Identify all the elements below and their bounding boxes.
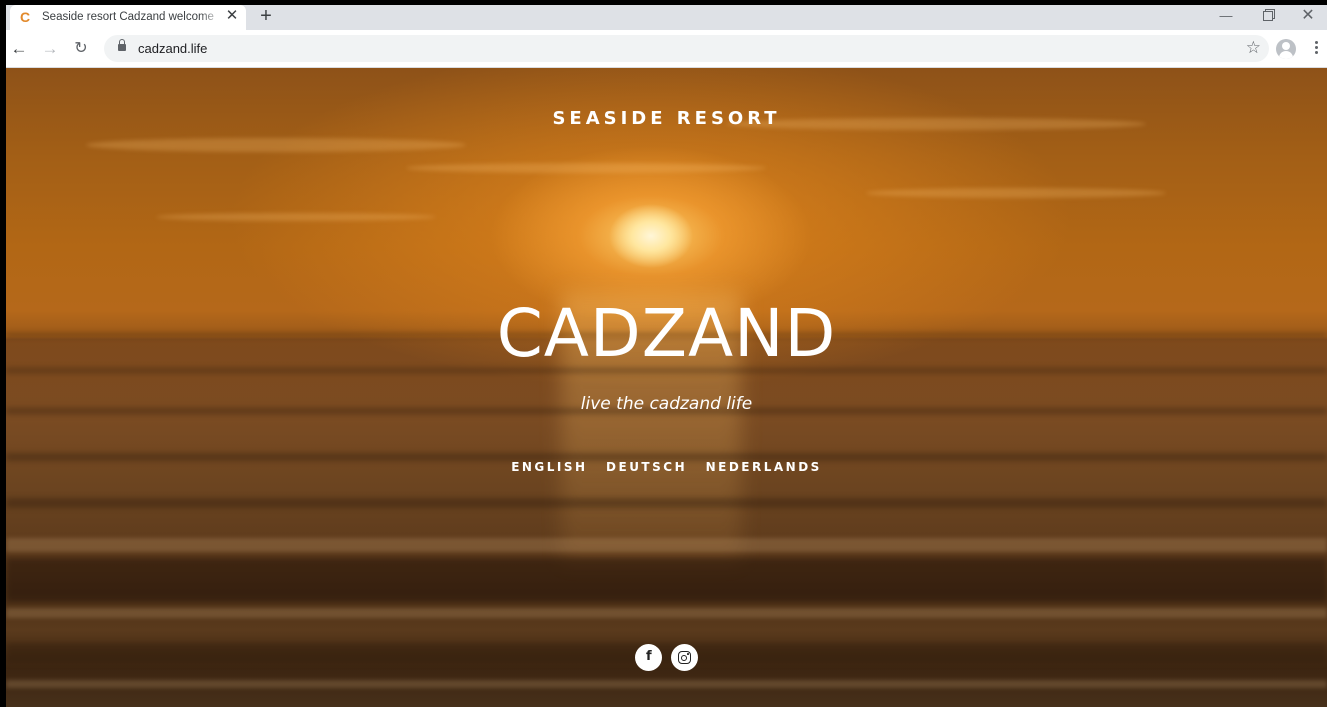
instagram-icon (677, 651, 691, 664)
address-bar[interactable]: cadzand.life ☆ (104, 35, 1269, 62)
lock-icon[interactable] (118, 39, 126, 53)
facebook-button[interactable]: f (635, 644, 663, 671)
language-link-nederlands[interactable]: NEDERLANDS (706, 460, 822, 474)
site-slogan: live the cadzand life (580, 394, 753, 414)
facebook-icon: f (645, 649, 652, 664)
minimize-button[interactable]: — (1211, 6, 1241, 26)
site-favicon-icon: C (20, 9, 31, 25)
wave-foam (6, 680, 1327, 688)
wave-line (6, 498, 1327, 508)
window-close-button[interactable]: ✕ (1293, 6, 1323, 26)
wave-foam (6, 608, 1327, 618)
cloud-streak (86, 138, 466, 152)
cloud-streak (866, 188, 1166, 198)
restore-icon (1263, 11, 1273, 21)
tab-cadzand[interactable]: C Seaside resort Cadzand welcome ✕ (10, 5, 246, 30)
back-button[interactable]: ← (9, 39, 29, 59)
new-tab-button[interactable]: + (256, 6, 276, 26)
forward-button[interactable]: → (40, 39, 60, 59)
sunset-hero-background (6, 68, 1327, 707)
breaking-wave (6, 558, 1327, 602)
bookmark-star-icon[interactable]: ☆ (1246, 39, 1261, 57)
tab-strip: C Seaside resort Cadzand welcome ✕ + — ✕ (6, 5, 1327, 30)
page-viewport: SEASIDE RESORT CADZAND live the cadzand … (6, 68, 1327, 707)
tab-close-icon[interactable]: ✕ (224, 8, 240, 24)
tab-title-fade (200, 7, 222, 27)
profile-avatar-icon[interactable] (1276, 39, 1296, 59)
site-title: CADZAND (496, 295, 837, 372)
url-text[interactable]: cadzand.life (138, 41, 207, 56)
tab-title: Seaside resort Cadzand welcome (42, 11, 214, 23)
browser-menu-icon[interactable] (1315, 39, 1319, 59)
language-link-deutsch[interactable]: DEUTSCH (606, 460, 687, 474)
browser-window: C Seaside resort Cadzand welcome ✕ + — ✕… (0, 0, 1327, 707)
browser-toolbar: ← → ↻ cadzand.life ☆ (6, 30, 1327, 68)
cloud-streak (406, 163, 766, 173)
language-link-english[interactable]: ENGLISH (511, 460, 587, 474)
social-links: f (6, 644, 1327, 671)
restore-button[interactable] (1253, 6, 1283, 26)
cloud-streak (156, 213, 436, 221)
instagram-button[interactable] (670, 644, 698, 671)
wave-foam (6, 538, 1327, 552)
site-tagline: SEASIDE RESORT (552, 108, 781, 129)
reload-button[interactable]: ↻ (71, 39, 91, 59)
language-menu: ENGLISH DEUTSCH NEDERLANDS (6, 458, 1327, 476)
